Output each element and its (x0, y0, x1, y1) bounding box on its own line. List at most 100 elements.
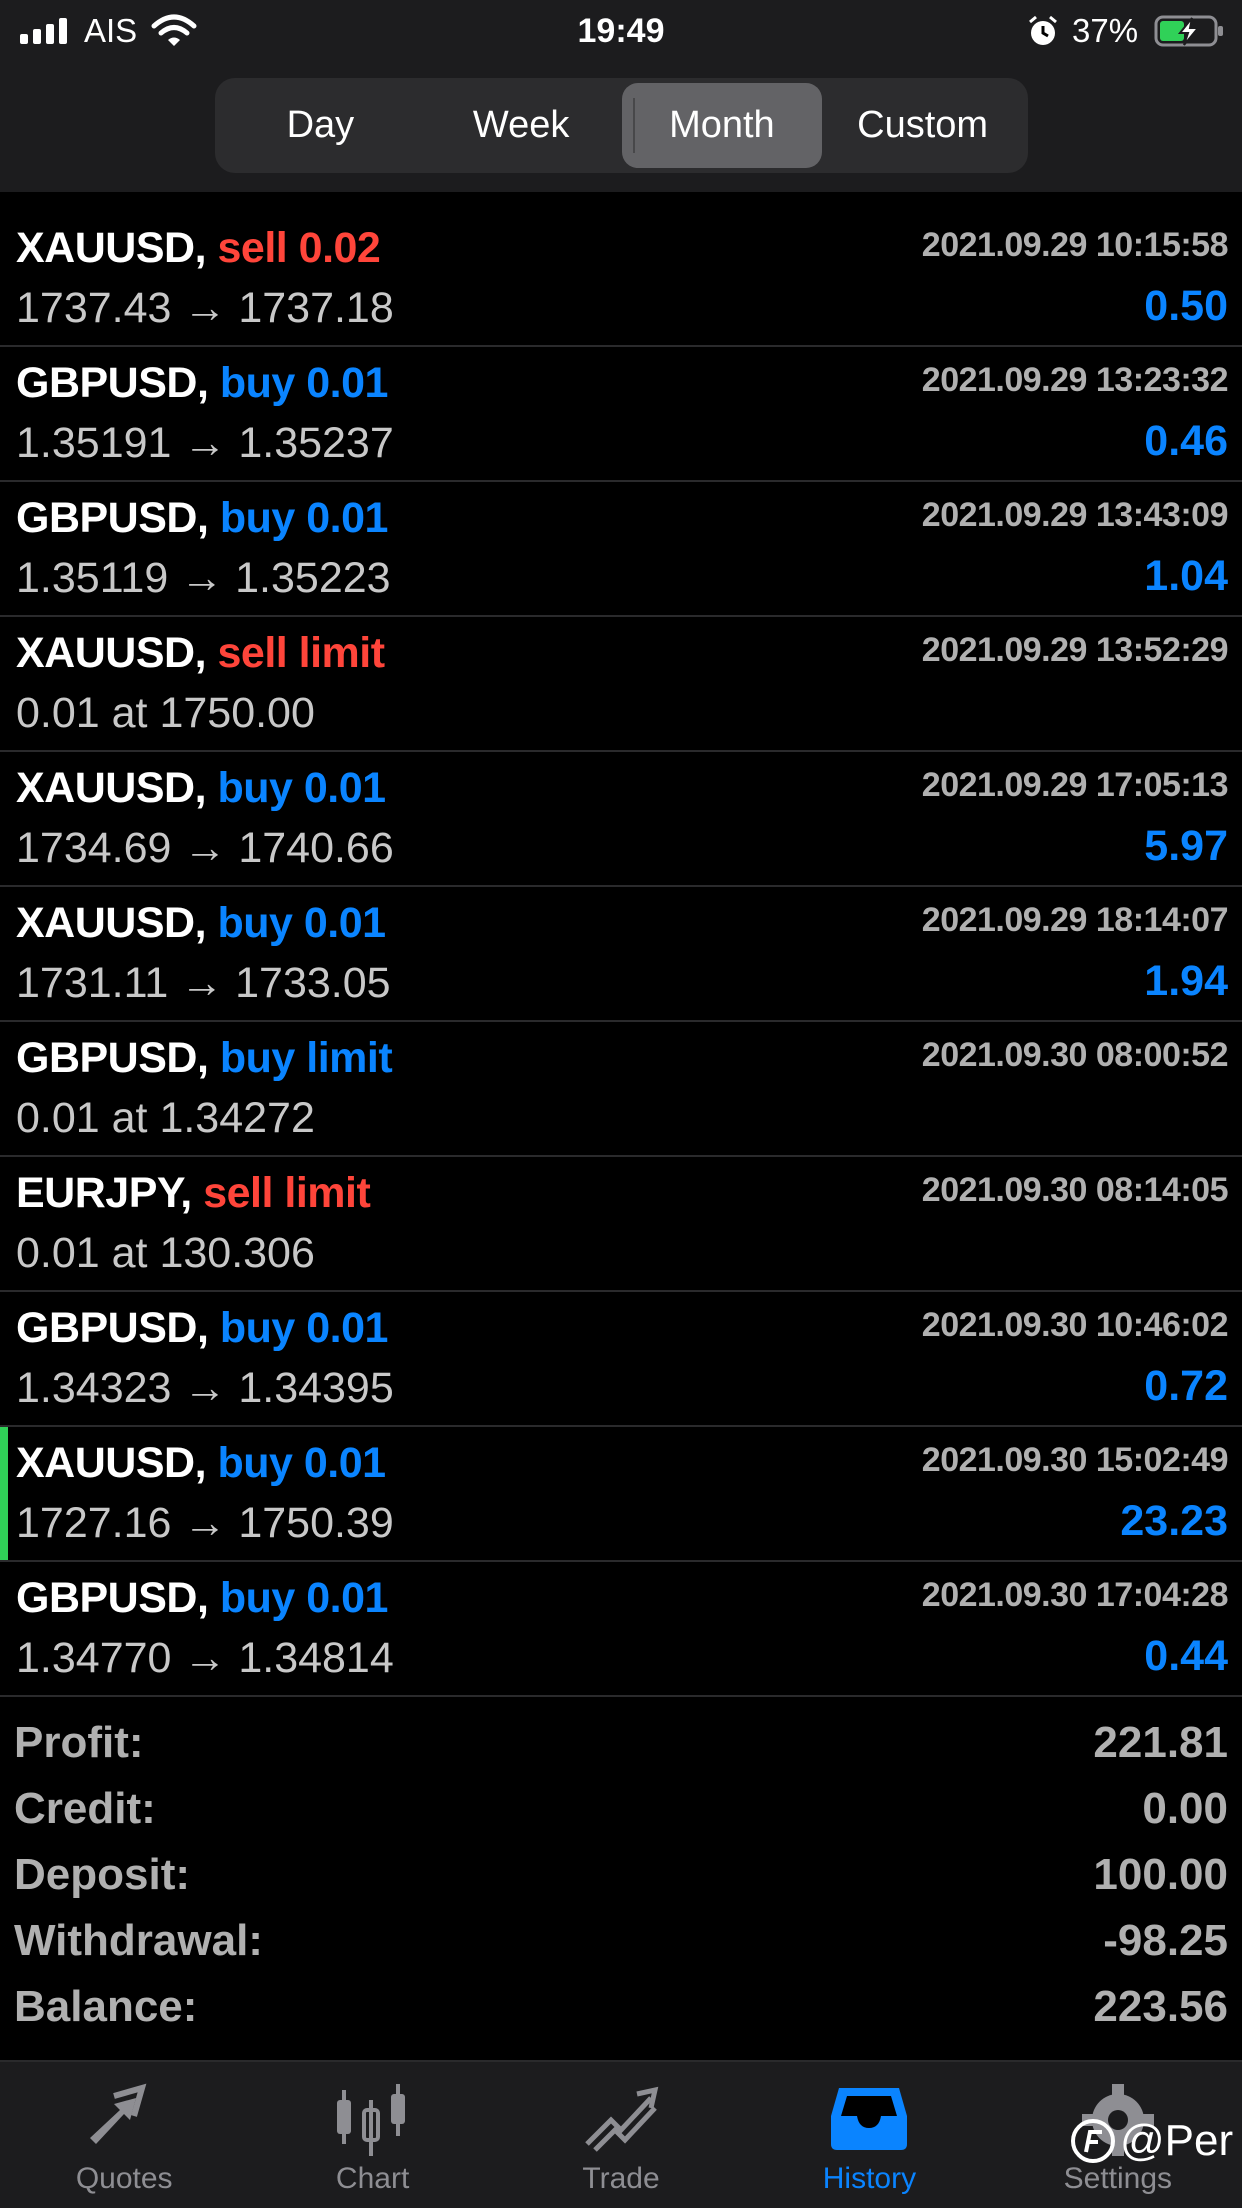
trade-type: buy 0.01 (219, 494, 389, 542)
trade-symbol: GBPUSD, (16, 1304, 209, 1352)
table-row[interactable]: GBPUSD, buy limit 2021.09.30 08:00:52 0.… (0, 1022, 1242, 1157)
trade-symbol: XAUUSD, (16, 899, 207, 947)
tab-label: Chart (335, 2162, 410, 2195)
table-row[interactable]: GBPUSD, buy 0.01 2021.09.29 13:23:32 1.3… (0, 347, 1242, 482)
battery-charging-icon (1154, 15, 1223, 47)
trade-prices: 1.35119 → 1.35223 (16, 554, 391, 602)
trade-prices: 1737.43 → 1737.18 (16, 284, 394, 332)
table-row[interactable]: XAUUSD, buy 0.01 2021.09.29 18:14:07 173… (0, 887, 1242, 1022)
table-row[interactable]: EURJPY, sell limit 2021.09.30 08:14:05 0… (0, 1157, 1242, 1292)
trade-prices: 1734.69 → 1740.66 (16, 824, 394, 872)
trade-symbol: GBPUSD, (16, 1034, 209, 1082)
trade-symbol: XAUUSD, (16, 764, 207, 812)
trade-icon (585, 2086, 659, 2152)
summary-label: Deposit: (14, 1850, 190, 1899)
trade-symbol: EURJPY, (16, 1169, 192, 1217)
tab-label: Settings (1063, 2162, 1173, 2195)
tab-chart[interactable]: Chart (248, 2062, 496, 2208)
top-bar: AIS 19:49 37% Day Week Month Custom (0, 0, 1242, 192)
table-row[interactable]: GBPUSD, buy 0.01 2021.09.30 17:04:28 1.3… (0, 1562, 1242, 1697)
summary-label: Profit: (14, 1718, 144, 1767)
tab-label: Quotes (75, 2162, 173, 2195)
trade-profit: 5.97 (1144, 822, 1228, 870)
trade-profit: 23.23 (1120, 1497, 1228, 1545)
trade-time: 2021.09.30 17:04:28 (921, 1576, 1229, 1614)
trade-prices: 0.01 at 1.34272 (16, 1094, 315, 1142)
battery-percent: 37% (1072, 12, 1139, 49)
trade-time: 2021.09.29 13:52:29 (921, 631, 1229, 669)
trade-time: 2021.09.29 10:15:58 (921, 226, 1229, 264)
tab-trade[interactable]: Trade (497, 2062, 745, 2208)
tab-month[interactable]: Month (621, 83, 823, 168)
watermark: @Per (1070, 2116, 1233, 2166)
period-segmented-control: Day Week Month Custom (215, 78, 1028, 173)
tab-week[interactable]: Week (421, 83, 622, 168)
watermark-text: @Per (1120, 2116, 1234, 2165)
summary-value: 100.00 (1093, 1850, 1228, 1899)
history-icon (831, 2088, 908, 2150)
trade-time: 2021.09.29 13:23:32 (921, 361, 1229, 399)
trade-symbol: GBPUSD, (16, 1574, 209, 1622)
trade-type: buy 0.01 (217, 899, 386, 947)
tab-custom[interactable]: Custom (822, 83, 1023, 168)
trade-type: buy 0.01 (219, 1304, 389, 1352)
trade-profit: 0.44 (1144, 1632, 1228, 1680)
summary-value: 221.81 (1093, 1718, 1228, 1767)
trade-symbol: GBPUSD, (16, 359, 209, 407)
quotes-icon (90, 2083, 147, 2144)
trade-type: buy limit (219, 1034, 393, 1082)
trade-time: 2021.09.30 08:14:05 (921, 1171, 1229, 1209)
summary-credit: Credit: 0.00 (0, 1784, 1242, 1850)
trade-type: sell 0.02 (217, 224, 381, 272)
trade-time: 2021.09.29 13:43:09 (921, 496, 1229, 534)
summary-value: 0.00 (1142, 1784, 1228, 1833)
trade-profit: 0.50 (1144, 282, 1228, 330)
trade-type: buy 0.01 (219, 1574, 389, 1622)
trade-symbol: XAUUSD, (16, 629, 207, 677)
table-row-selected[interactable]: XAUUSD, buy 0.01 2021.09.30 15:02:49 172… (0, 1427, 1242, 1562)
tab-label: History (822, 2162, 917, 2195)
chart-icon (336, 2084, 405, 2156)
segment-divider (633, 98, 635, 153)
trade-symbol: XAUUSD, (16, 1439, 207, 1487)
table-row[interactable]: XAUUSD, sell limit 2021.09.29 13:52:29 0… (0, 617, 1242, 752)
summary-label: Balance: (14, 1982, 198, 2031)
trade-profit: 1.94 (1144, 957, 1228, 1005)
trade-time: 2021.09.29 18:14:07 (921, 901, 1229, 939)
status-bar: AIS 19:49 37% (0, 0, 1242, 64)
trade-type: sell limit (203, 1169, 371, 1217)
trade-prices: 0.01 at 130.306 (16, 1229, 315, 1277)
trade-time: 2021.09.29 17:05:13 (921, 766, 1229, 804)
tab-quotes[interactable]: Quotes (0, 2062, 248, 2208)
summary-balance: Balance: 223.56 (0, 1982, 1242, 2048)
alarm-icon (1029, 15, 1057, 45)
trade-profit: 1.04 (1144, 552, 1228, 600)
watermark-logo-icon (1071, 2119, 1115, 2163)
bottom-tab-bar: Quotes Chart Trade History Settings (0, 2060, 1242, 2208)
trade-symbol: GBPUSD, (16, 494, 209, 542)
trade-prices: 1.34770 → 1.34814 (16, 1634, 394, 1682)
trade-prices: 1.35191 → 1.35237 (16, 419, 394, 467)
trade-time: 2021.09.30 08:00:52 (921, 1036, 1229, 1074)
summary-value: -98.25 (1103, 1916, 1228, 1965)
trade-prices: 1.34323 → 1.34395 (16, 1364, 394, 1412)
summary-deposit: Deposit: 100.00 (0, 1850, 1242, 1916)
trade-time: 2021.09.30 10:46:02 (921, 1306, 1229, 1344)
summary-value: 223.56 (1093, 1982, 1228, 2031)
tab-label: Trade (582, 2162, 660, 2195)
trade-type: buy 0.01 (219, 359, 389, 407)
trade-prices: 1731.11 → 1733.05 (16, 959, 391, 1007)
table-row[interactable]: XAUUSD, sell 0.02 2021.09.29 10:15:58 17… (0, 212, 1242, 347)
table-row[interactable]: GBPUSD, buy 0.01 2021.09.30 10:46:02 1.3… (0, 1292, 1242, 1427)
tab-day[interactable]: Day (220, 83, 421, 168)
trade-symbol: XAUUSD, (16, 224, 207, 272)
trade-type: sell limit (217, 629, 385, 677)
table-row[interactable]: XAUUSD, buy 0.01 2021.09.29 17:05:13 173… (0, 752, 1242, 887)
summary-label: Withdrawal: (14, 1916, 263, 1965)
tab-history[interactable]: History (745, 2062, 993, 2208)
trade-prices: 0.01 at 1750.00 (16, 689, 315, 737)
summary-label: Credit: (14, 1784, 156, 1833)
summary-profit: Profit: 221.81 (0, 1718, 1242, 1784)
table-row[interactable]: GBPUSD, buy 0.01 2021.09.29 13:43:09 1.3… (0, 482, 1242, 617)
trade-prices: 1727.16 → 1750.39 (16, 1499, 394, 1547)
